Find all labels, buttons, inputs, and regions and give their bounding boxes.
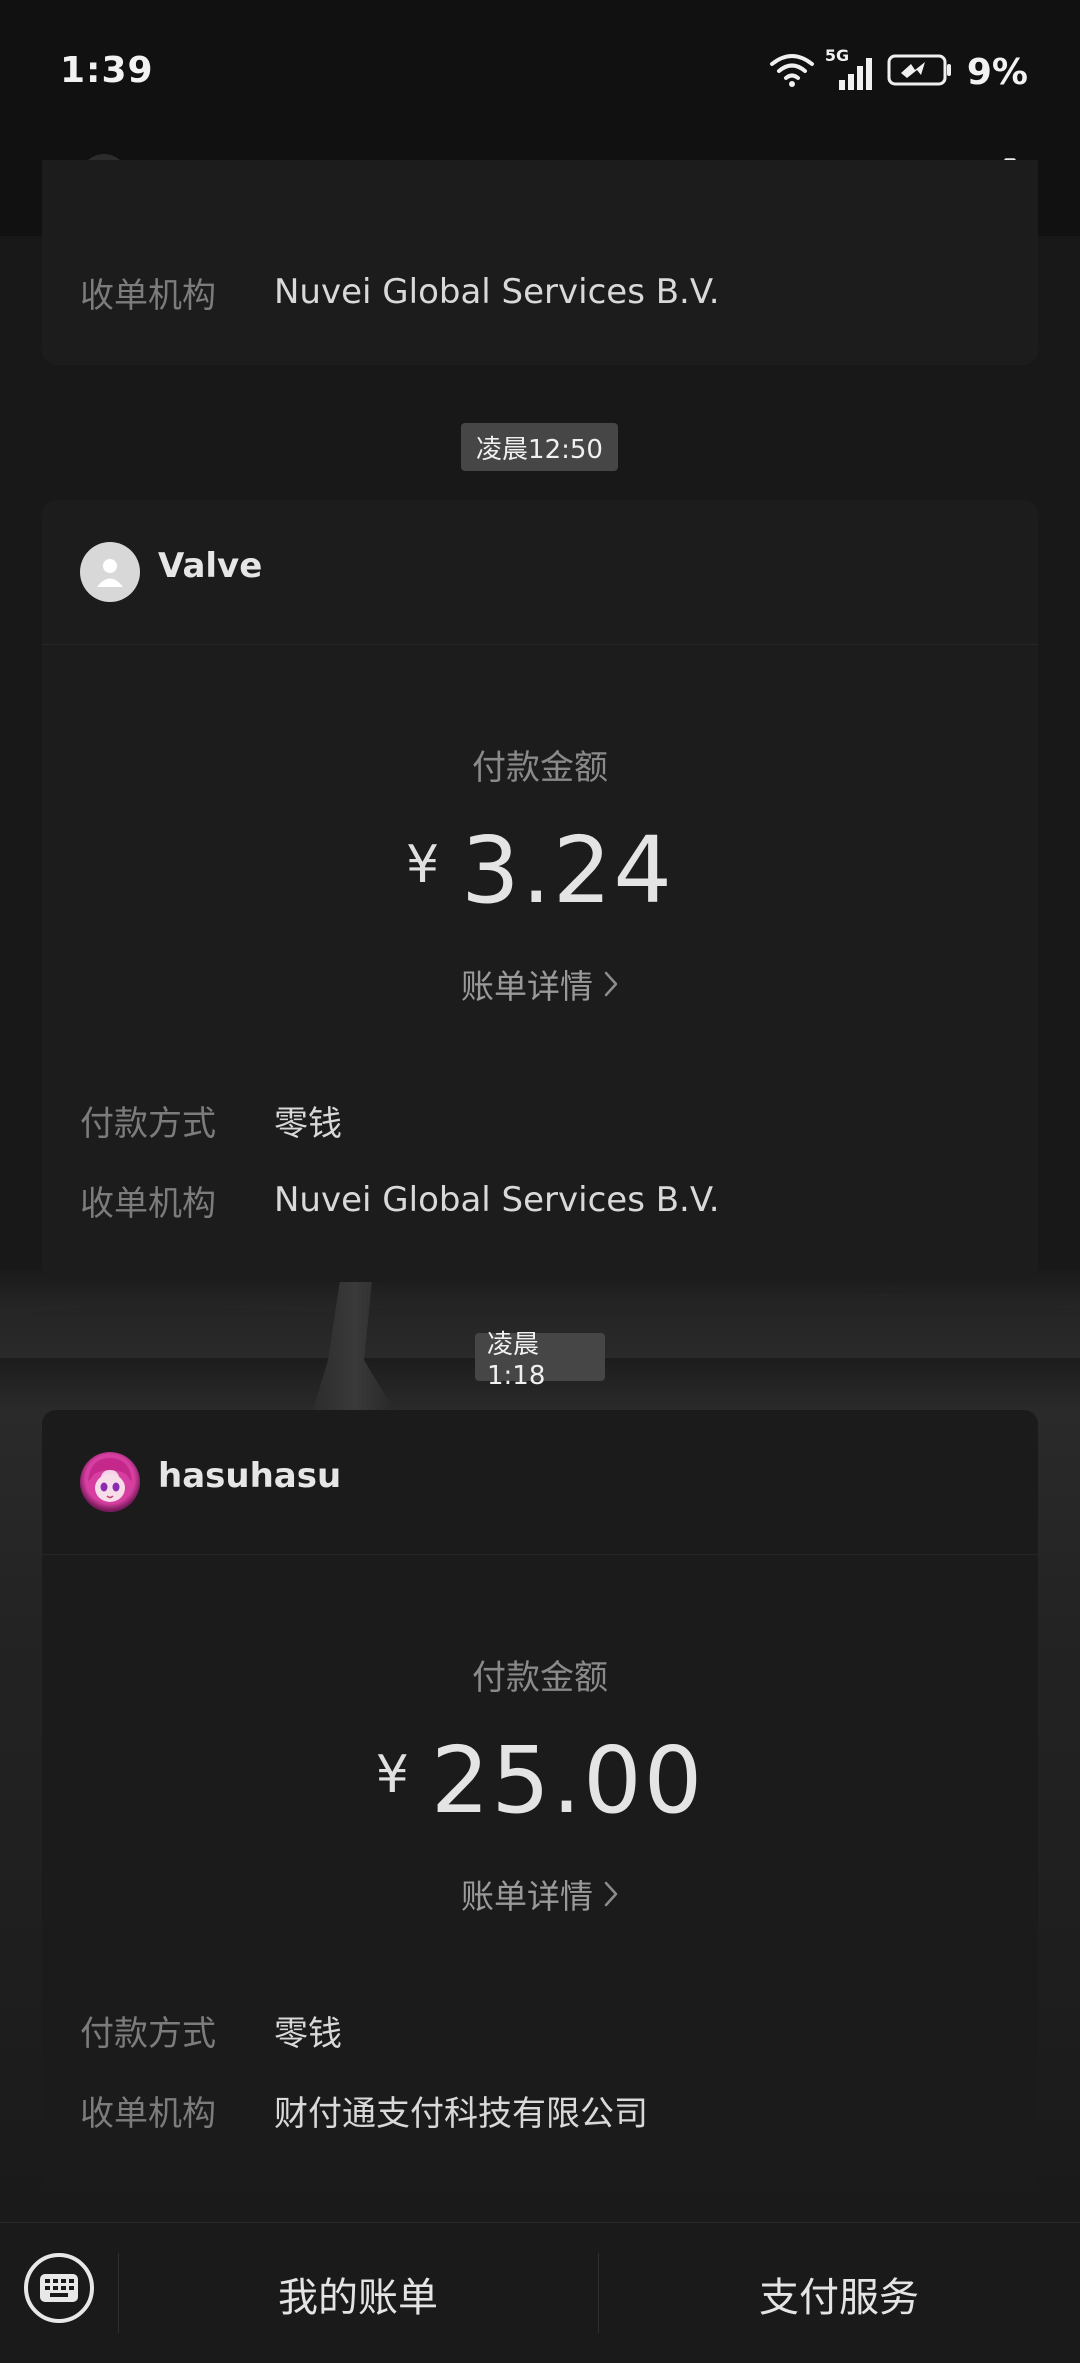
payment-method-label: 付款方式 <box>80 1103 216 1144</box>
battery-percentage: 9% <box>966 51 1028 93</box>
acquirer-label: 收单机构 <box>80 2093 216 2134</box>
payment-message-card-hasuhasu[interactable]: hasuhasu 付款金额 ¥ 25.00 账单详情 付款方式 零钱 收单机构 … <box>42 1410 1038 2192</box>
wifi-icon <box>769 52 815 92</box>
acquirer-label: 收单机构 <box>80 1183 216 1224</box>
payment-method-row: 付款方式 零钱 <box>80 2000 342 2060</box>
payment-message-card-previous[interactable]: 收单机构 Nuvei Global Services B.V. <box>42 160 1038 365</box>
merchant-avatar <box>80 542 140 602</box>
merchant-header[interactable]: Valve <box>42 500 1038 645</box>
payment-method-value: 零钱 <box>274 1103 342 1144</box>
message-timestamp: 凌晨12:50 <box>461 423 618 471</box>
acquirer-value: Nuvei Global Services B.V. <box>274 1180 720 1220</box>
cellular-signal-icon: 5G <box>825 46 877 92</box>
wechat-pay-chat-screen: 1:39 5G 9% 收单机构 Nuvei Global Services B.… <box>0 0 1080 2363</box>
chevron-right-icon <box>604 971 618 997</box>
merchant-avatar <box>80 1452 140 1512</box>
status-time: 1:39 <box>60 50 154 91</box>
payment-method-label: 付款方式 <box>80 2013 216 2054</box>
currency-symbol: ¥ <box>375 1745 409 1805</box>
acquirer-row: 收单机构 Nuvei Global Services B.V. <box>80 1170 720 1230</box>
amount-display: ¥ 3.24 <box>42 825 1038 917</box>
message-timestamp: 凌晨1:18 <box>475 1330 605 1391</box>
amount-label: 付款金额 <box>472 1658 608 1698</box>
payment-services-button[interactable]: 支付服务 <box>598 2223 1080 2363</box>
acquirer-row: 收单机构 财付通支付科技有限公司 <box>80 2080 648 2140</box>
bill-details-label: 账单详情 <box>461 1877 593 1916</box>
bill-details-link[interactable]: 账单详情 <box>42 960 1038 1008</box>
bill-details-link[interactable]: 账单详情 <box>42 1870 1038 1918</box>
keyboard-toggle-button[interactable] <box>24 2253 94 2323</box>
currency-symbol: ¥ <box>406 835 440 895</box>
acquirer-row: 收单机构 Nuvei Global Services B.V. <box>80 262 720 322</box>
payment-method-value: 零钱 <box>274 2013 342 2054</box>
merchant-name: hasuhasu <box>158 1456 342 1496</box>
person-icon <box>97 559 123 587</box>
acquirer-value: 财付通支付科技有限公司 <box>274 2093 648 2134</box>
battery-charging-icon <box>887 53 953 91</box>
acquirer-label: 收单机构 <box>80 275 216 316</box>
my-bills-button[interactable]: 我的账单 <box>118 2223 598 2363</box>
bottom-menu-bar: 我的账单 支付服务 <box>0 2222 1080 2363</box>
keyboard-icon <box>40 2274 78 2302</box>
payment-amount: 25.00 <box>430 1727 705 1834</box>
payment-amount: 3.24 <box>461 817 674 924</box>
merchant-header[interactable]: hasuhasu <box>42 1410 1038 1555</box>
status-bar: 1:39 5G 9% <box>0 0 1080 140</box>
merchant-name: Valve <box>158 546 263 586</box>
acquirer-value: Nuvei Global Services B.V. <box>274 272 720 312</box>
status-icons: 5G 9% <box>769 46 1028 94</box>
anime-avatar-icon <box>88 1458 132 1502</box>
chevron-right-icon <box>604 1881 618 1907</box>
payment-message-card-valve[interactable]: Valve 付款金额 ¥ 3.24 账单详情 付款方式 零钱 收单机构 Nuve… <box>42 500 1038 1282</box>
amount-label: 付款金额 <box>472 748 608 788</box>
amount-display: ¥ 25.00 <box>42 1735 1038 1827</box>
payment-method-row: 付款方式 零钱 <box>80 1090 342 1150</box>
bill-details-label: 账单详情 <box>461 967 593 1006</box>
